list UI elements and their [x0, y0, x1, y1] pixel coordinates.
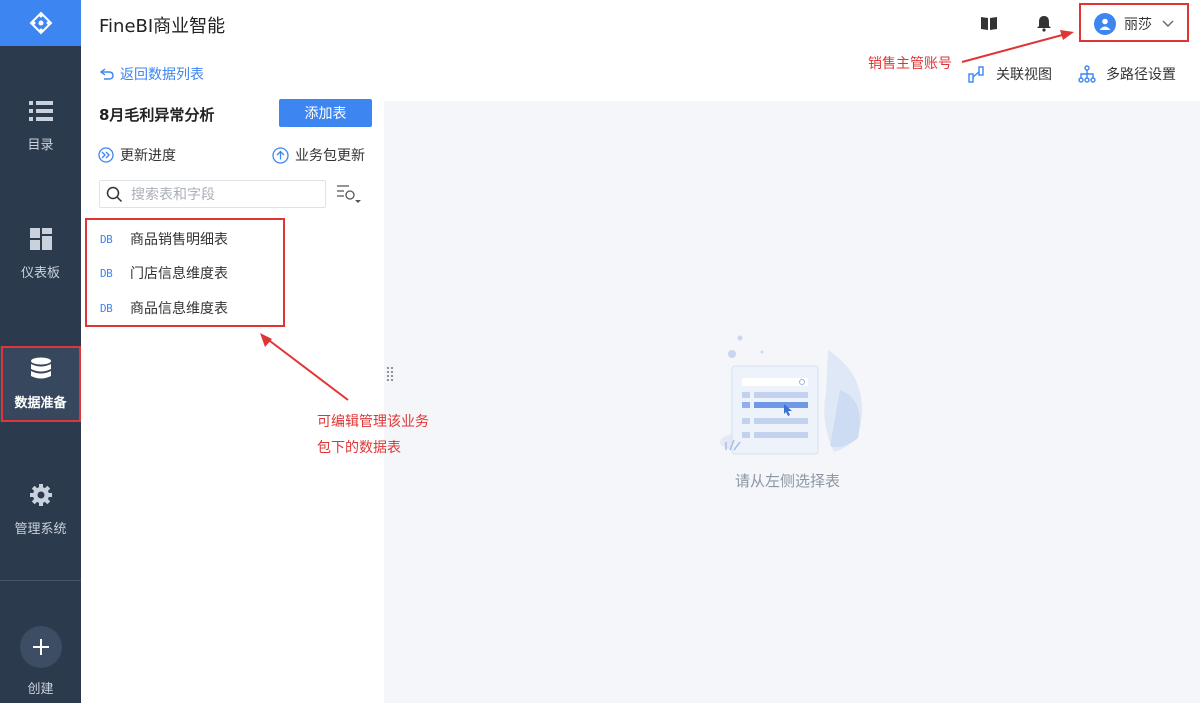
search-icon: [106, 186, 123, 202]
nav-label-dashboard: 仪表板: [20, 266, 60, 281]
update-progress-button[interactable]: 更新进度: [98, 145, 176, 165]
back-to-list-label: 返回数据列表: [120, 67, 204, 83]
arrow-to-tables: [265, 337, 349, 401]
search-input[interactable]: 搜索表和字段: [99, 180, 326, 208]
multi-path-label: 多路径设置: [1106, 67, 1176, 83]
nav-label-admin: 管理系统: [14, 522, 67, 537]
annotation-account-note: 销售主管账号: [868, 56, 952, 72]
annotation-box-user: [1079, 3, 1189, 42]
nav-divider: [0, 580, 81, 581]
nav-item-catalog[interactable]: 目录: [0, 98, 81, 153]
relation-view-label: 关联视图: [996, 67, 1052, 83]
annotation-box-nav: [1, 346, 81, 422]
update-progress-label: 更新进度: [120, 148, 176, 164]
logo-icon: [29, 11, 52, 35]
search-placeholder: 搜索表和字段: [131, 187, 215, 203]
hierarchy-icon: [1078, 65, 1096, 83]
empty-state-text: 请从左侧选择表: [735, 472, 841, 490]
list-icon: [28, 98, 54, 124]
package-update-button[interactable]: 业务包更新: [272, 145, 365, 165]
nav-item-dashboard[interactable]: 仪表板: [0, 226, 81, 281]
upload-icon: [272, 146, 289, 164]
arrow-to-user: [961, 33, 1067, 63]
nav-item-create[interactable]: 创建: [0, 626, 81, 697]
empty-state-illustration: [720, 335, 862, 455]
nav-label-create: 创建: [27, 682, 54, 697]
nav-item-admin[interactable]: 管理系统: [0, 482, 81, 537]
annotation-box-tables: [85, 218, 285, 327]
annotation-tables-note-2: 包下的数据表: [317, 440, 401, 456]
nav-label-catalog: 目录: [27, 138, 54, 153]
resize-handle[interactable]: [387, 367, 393, 381]
logo[interactable]: [0, 0, 81, 46]
annotation-tables-note-1: 可编辑管理该业务: [317, 414, 429, 430]
back-to-list-link[interactable]: 返回数据列表: [100, 64, 204, 84]
plus-icon: [19, 626, 62, 668]
add-table-button[interactable]: 添加表: [279, 99, 372, 127]
book-icon[interactable]: [980, 14, 998, 32]
back-arrow-icon: [100, 68, 114, 80]
multi-path-button[interactable]: 多路径设置: [1078, 64, 1176, 84]
package-title: 8月毛利异常分析: [99, 106, 215, 124]
progress-icon: [98, 147, 114, 163]
bell-icon[interactable]: [1035, 14, 1053, 32]
gear-icon: [28, 482, 54, 508]
app-title: FineBI商业智能: [99, 16, 226, 37]
package-update-label: 业务包更新: [295, 148, 365, 164]
relation-view-button[interactable]: 关联视图: [968, 64, 1052, 84]
filter-settings-icon[interactable]: [336, 183, 362, 207]
relation-view-icon: [968, 66, 984, 83]
dashboard-icon: [28, 226, 54, 252]
